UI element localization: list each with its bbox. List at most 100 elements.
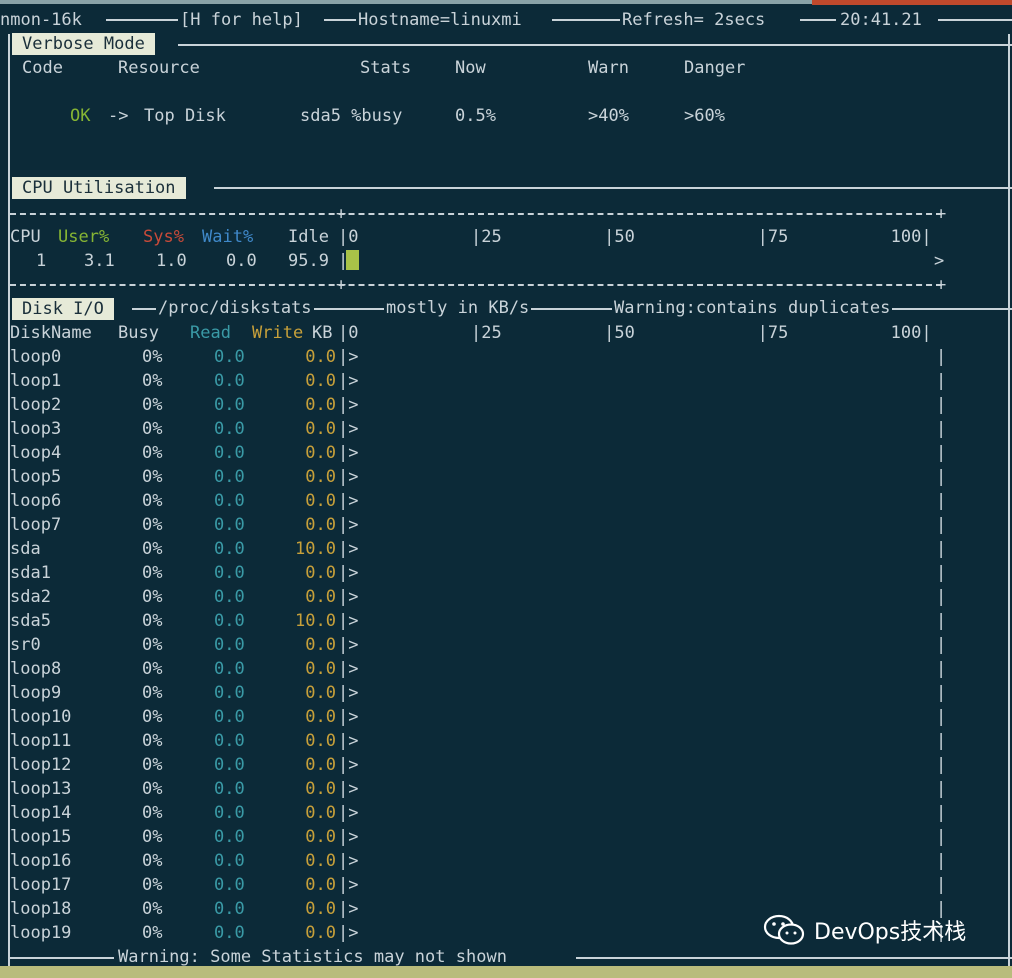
danger-value: >60%	[684, 106, 725, 126]
disk-bar-marker: |>	[338, 635, 359, 655]
disk-bar-marker: |>	[338, 875, 359, 895]
disk-head-write: Write	[252, 323, 304, 343]
disk-bar-marker: |>	[338, 755, 359, 775]
disk-bar-end: |	[936, 683, 947, 703]
disk-bar-marker: |>	[338, 731, 359, 751]
hostname: Hostname=linuxmi	[358, 10, 522, 30]
plus-marker: +	[336, 204, 347, 224]
disk-bar-end: |	[936, 875, 947, 895]
warn-value: >40%	[588, 106, 629, 126]
disk-bar-end: |	[936, 443, 947, 463]
disk-head-kb: KB	[312, 323, 333, 343]
footer-warning: Warning: Some Statistics may not shown	[118, 947, 507, 967]
disk-head-busy: Busy	[118, 323, 159, 343]
disk-bar-end: |	[936, 755, 947, 775]
disk-bar-end: |	[936, 587, 947, 607]
verbose-mode-tab[interactable]: Verbose Mode	[12, 33, 155, 55]
status-ok: OK	[70, 106, 91, 126]
cpu-head-user: User%	[58, 227, 110, 247]
cpu-head-idle: Idle	[288, 227, 329, 247]
watermark: DevOps技术栈	[762, 914, 966, 946]
disk-write: 0.0	[305, 827, 336, 847]
disk-bar-marker: |>	[338, 659, 359, 679]
disk-bar-marker: |>	[338, 467, 359, 487]
disk-bar-marker: |>	[338, 347, 359, 367]
disk-bar-marker: |>	[338, 923, 359, 943]
disk-write: 0.0	[305, 875, 336, 895]
col-stats: Stats	[360, 58, 412, 78]
disk-write: 0.0	[305, 755, 336, 775]
disk-write: 0.0	[305, 707, 336, 727]
disk-bar-end: |	[936, 803, 947, 823]
disk-bar-marker: |>	[338, 419, 359, 439]
cpu-user-value: 3.1	[84, 251, 115, 271]
disk-write: 10.0	[295, 611, 336, 631]
help-hint: [H for help]	[180, 10, 303, 30]
disk-bar-marker: |>	[338, 443, 359, 463]
app-name: nmon-16k	[0, 10, 82, 30]
disk-bar-end: |	[936, 371, 947, 391]
cpu-head-wait: Wait%	[202, 227, 254, 247]
disk-write: 0.0	[305, 347, 336, 367]
plus-marker: +	[936, 204, 947, 224]
cpu-sys-value: 1.0	[156, 251, 187, 271]
header-rule	[106, 19, 178, 21]
disk-bar-marker: |>	[338, 779, 359, 799]
disk-bar-end: |	[936, 395, 947, 415]
disk-bar-end: |	[936, 467, 947, 487]
disk-write: 0.0	[305, 419, 336, 439]
cpu-head-sys: Sys%	[143, 227, 184, 247]
disk-write: 0.0	[305, 683, 336, 703]
disk-write: 0.0	[305, 395, 336, 415]
disk-write: 0.0	[305, 659, 336, 679]
header-rule	[324, 19, 356, 21]
disk-bar-marker: |>	[338, 395, 359, 415]
disk-bar-marker: |>	[338, 515, 359, 535]
top-accent-bar	[812, 0, 1012, 5]
plus-marker: +	[936, 275, 947, 295]
footer-rule	[576, 957, 1012, 959]
disk-source: /proc/diskstats	[156, 297, 314, 319]
col-danger: Danger	[684, 58, 746, 78]
disk-head-read: Read	[190, 323, 231, 343]
cpu-dashed-bottom	[10, 284, 942, 286]
cpu-id: 1	[36, 251, 47, 271]
right-frame	[1008, 34, 1010, 966]
disk-write: 10.0	[295, 539, 336, 559]
disk-write: 0.0	[305, 731, 336, 751]
disk-head-name: DiskName	[10, 323, 92, 343]
disk-write: 0.0	[305, 371, 336, 391]
disk-bar-marker: |>	[338, 851, 359, 871]
disk-bar-end: |	[936, 419, 947, 439]
disk-bar-end: |	[936, 851, 947, 871]
disk-bar-marker: |>	[338, 803, 359, 823]
cpu-utilisation-tab[interactable]: CPU Utilisation	[12, 177, 186, 199]
disk-write: 0.0	[305, 803, 336, 823]
disk-write: 0.0	[305, 467, 336, 487]
wechat-icon	[763, 914, 805, 945]
disk-write: 0.0	[305, 587, 336, 607]
clock: 20:41.21	[840, 10, 922, 30]
arrow: ->	[108, 106, 129, 126]
cpu-scale: |0 |25 |50 |75 100|	[338, 227, 932, 247]
disk-warning: Warning:contains duplicates	[612, 297, 893, 319]
disk-write: 0.0	[305, 515, 336, 535]
disk-bar-end: |	[936, 707, 947, 727]
disk-bar-end: |	[936, 563, 947, 583]
disk-bar-end: |	[936, 827, 947, 847]
disk-io-tab[interactable]: Disk I/O	[12, 298, 114, 320]
disk-bar-end: |	[936, 539, 947, 559]
disk-bar-end: |	[936, 611, 947, 631]
disk-bar-end: |	[936, 635, 947, 655]
disk-bar-marker: |>	[338, 683, 359, 703]
disk-bar-end: |	[936, 515, 947, 535]
disk-write: 0.0	[305, 779, 336, 799]
cpu-dashed-top	[10, 213, 942, 215]
disk-bar-end: |	[936, 779, 947, 799]
header-rule	[552, 19, 620, 21]
resource-value: Top Disk	[144, 106, 226, 126]
disk-bar-marker: |>	[338, 827, 359, 847]
disk-bar-end: |	[936, 659, 947, 679]
cpu-bar-user	[346, 250, 359, 270]
disk-units: mostly in KB/s	[384, 297, 532, 319]
